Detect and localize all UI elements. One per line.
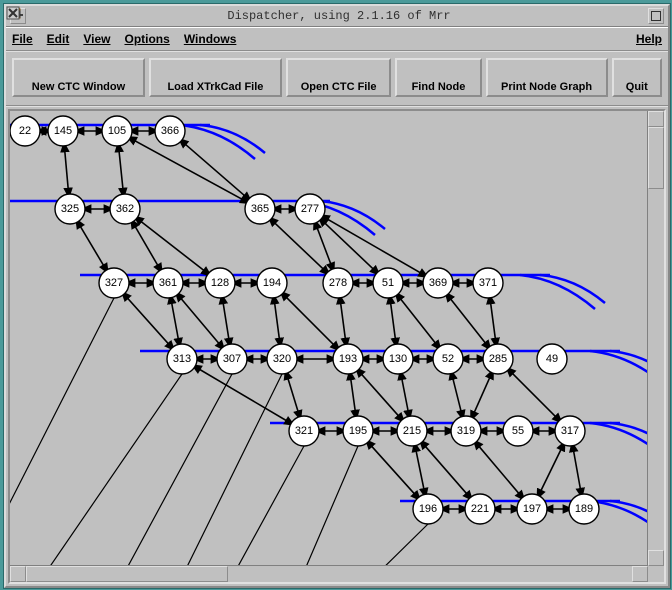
menu-options[interactable]: Options xyxy=(124,32,169,46)
graph-node-label: 51 xyxy=(382,277,394,289)
load-xtrkcad-button[interactable]: Load XTrkCad File xyxy=(149,58,282,97)
scroll-down-button[interactable] xyxy=(648,550,664,566)
graph-node-label: 325 xyxy=(61,203,79,215)
graph-node-label: 130 xyxy=(389,353,407,365)
window-title: Dispatcher, using 2.1.16 of Mrr xyxy=(32,9,646,23)
graph-node-label: 278 xyxy=(329,277,347,289)
graph-node-label: 196 xyxy=(419,503,437,515)
button-label: Open CTC File xyxy=(301,81,377,93)
menu-help[interactable]: Help xyxy=(636,32,662,46)
node-graph: 22 145 105 366 325 362 365 277 327 361 128 194 278 51… xyxy=(10,111,648,566)
graph-node-label: 320 xyxy=(273,353,291,365)
button-label: New CTC Window xyxy=(32,81,125,93)
graph-node-label: 307 xyxy=(223,353,241,365)
graph-node-label: 313 xyxy=(173,353,191,365)
graph-node-label: 197 xyxy=(523,503,541,515)
graph-node-label: 319 xyxy=(457,425,475,437)
menubar: File Edit View Options Windows Help xyxy=(6,27,668,52)
menu-windows[interactable]: Windows xyxy=(184,32,237,46)
graph-node-label: 52 xyxy=(442,353,454,365)
graph-node-label: 55 xyxy=(512,425,524,437)
graph-node-label: 366 xyxy=(161,125,179,137)
graph-node-label: 285 xyxy=(489,353,507,365)
new-ctc-window-button[interactable]: New CTC Window xyxy=(12,58,145,97)
scroll-right-button[interactable] xyxy=(632,566,648,582)
graph-node-label: 221 xyxy=(471,503,489,515)
graph-node-label: 321 xyxy=(295,425,313,437)
graph-node-label: 369 xyxy=(429,277,447,289)
scroll-thumb-vertical[interactable] xyxy=(648,127,664,189)
open-ctc-file-button[interactable]: Open CTC File xyxy=(286,58,391,97)
print-node-graph-button[interactable]: Print Node Graph xyxy=(486,58,608,97)
graph-node-label: 128 xyxy=(211,277,229,289)
graph-node-label: 22 xyxy=(19,125,31,137)
scroll-up-button[interactable] xyxy=(648,111,664,127)
graph-node-label: 327 xyxy=(105,277,123,289)
scroll-thumb-horizontal[interactable] xyxy=(26,566,228,582)
toolbar: New CTC Window Load XTrkCad File Open CT… xyxy=(6,52,668,107)
graph-node-label: 215 xyxy=(403,425,421,437)
graph-node-label: 371 xyxy=(479,277,497,289)
button-label: Find Node xyxy=(412,81,466,93)
horizontal-scrollbar[interactable] xyxy=(10,565,648,582)
titlebar[interactable]: Dispatcher, using 2.1.16 of Mrr xyxy=(6,6,668,27)
scroll-left-button[interactable] xyxy=(10,566,26,582)
quit-button[interactable]: Quit xyxy=(612,58,662,97)
menu-view[interactable]: View xyxy=(83,32,110,46)
menu-file[interactable]: File xyxy=(12,32,33,46)
canvas-area: 22 145 105 366 325 362 365 277 327 361 128 194 278 51… xyxy=(8,109,666,584)
graph-node-label: 194 xyxy=(263,277,281,289)
graph-node-label: 105 xyxy=(108,125,126,137)
graph-node-label: 195 xyxy=(349,425,367,437)
find-node-button[interactable]: Find Node xyxy=(395,58,481,97)
graph-node-label: 317 xyxy=(561,425,579,437)
graph-node-label: 49 xyxy=(546,353,558,365)
button-label: Load XTrkCad File xyxy=(167,81,263,93)
vertical-scrollbar[interactable] xyxy=(647,111,664,566)
button-label: Quit xyxy=(626,81,648,93)
graph-node-label: 189 xyxy=(575,503,593,515)
graph-node-label: 193 xyxy=(339,353,357,365)
graph-node-label: 145 xyxy=(54,125,72,137)
graph-node-label: 365 xyxy=(251,203,269,215)
button-label: Print Node Graph xyxy=(501,81,592,93)
maximize-button[interactable] xyxy=(648,8,664,24)
graph-node-label: 362 xyxy=(116,203,134,215)
node-graph-canvas[interactable]: 22 145 105 366 325 362 365 277 327 361 128 194 278 51… xyxy=(10,111,648,566)
menu-edit[interactable]: Edit xyxy=(47,32,70,46)
graph-node-label: 361 xyxy=(159,277,177,289)
app-window: Dispatcher, using 2.1.16 of Mrr File Edi… xyxy=(4,4,670,588)
graph-node-label: 277 xyxy=(301,203,319,215)
